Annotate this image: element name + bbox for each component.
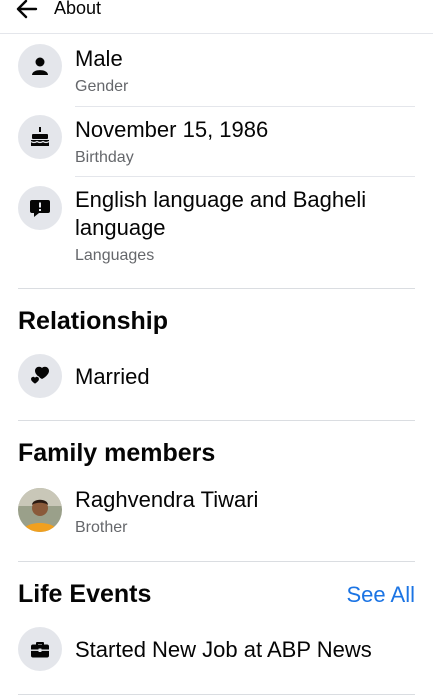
person-icon — [18, 44, 62, 88]
family-heading: Family members — [18, 439, 216, 467]
life-event-row[interactable]: Started New Job at ABP News — [0, 627, 433, 673]
life-events-heading: Life Events — [18, 580, 152, 608]
divider — [75, 176, 415, 177]
hearts-icon — [18, 354, 62, 398]
languages-value-line2: language — [75, 215, 166, 240]
life-event-text: Started New Job at ABP News — [75, 637, 372, 662]
divider — [75, 106, 415, 107]
languages-label: Languages — [75, 247, 155, 264]
section-divider — [18, 288, 415, 289]
section-divider — [18, 694, 415, 695]
birthday-row: November 15, 1986 Birthday — [0, 115, 433, 177]
see-all-link[interactable]: See All — [347, 581, 416, 609]
section-divider — [18, 561, 415, 562]
speech-bubble-icon — [18, 186, 62, 230]
page-title: About — [54, 0, 102, 18]
gender-value: Male — [75, 46, 123, 71]
back-arrow-icon[interactable] — [14, 0, 40, 22]
family-member-relation: Brother — [75, 519, 128, 536]
birthday-value: November 15, 1986 — [75, 117, 269, 142]
avatar[interactable] — [18, 488, 62, 532]
languages-row: English language and Bagheli language La… — [0, 186, 433, 276]
gender-row: Male Gender — [0, 44, 433, 106]
briefcase-icon — [18, 627, 62, 671]
birthday-label: Birthday — [75, 149, 134, 166]
relationship-heading: Relationship — [18, 307, 169, 335]
languages-value-line1: English language and Bagheli — [75, 187, 367, 212]
section-divider — [18, 420, 415, 421]
family-member-row[interactable]: Raghvendra Tiwari Brother — [0, 486, 433, 536]
top-bar: About — [0, 0, 433, 34]
birthday-cake-icon — [18, 115, 62, 159]
gender-label: Gender — [75, 78, 129, 95]
relationship-row[interactable]: Married — [0, 354, 433, 400]
relationship-status: Married — [75, 364, 150, 389]
family-member-name: Raghvendra Tiwari — [75, 487, 259, 512]
